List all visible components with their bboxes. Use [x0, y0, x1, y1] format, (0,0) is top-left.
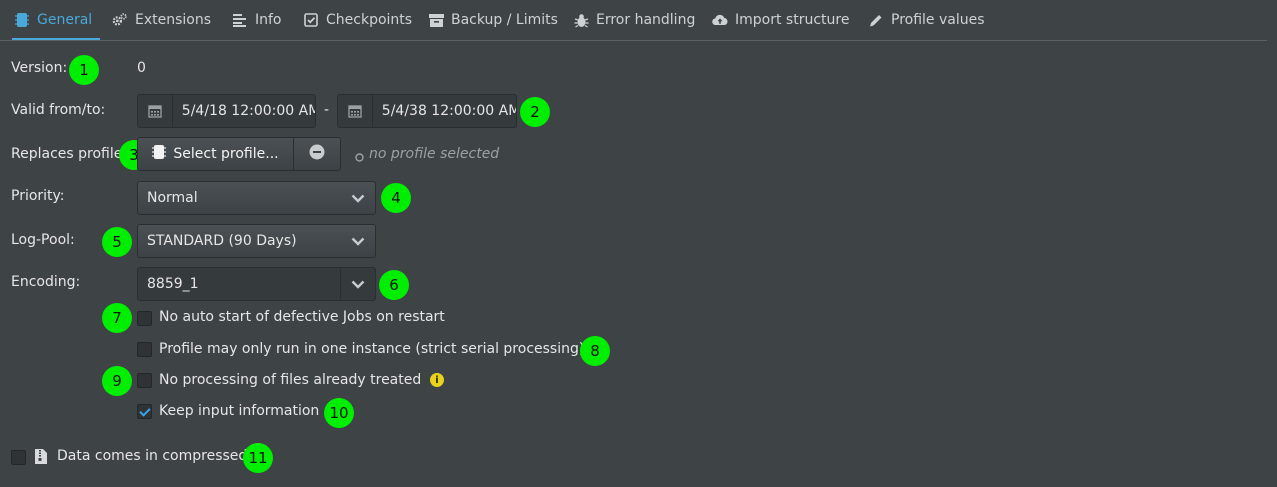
log-pool-value: STANDARD (90 Days) — [147, 233, 297, 249]
chevron-down-icon[interactable] — [351, 277, 365, 291]
valid-separator: - — [324, 102, 330, 118]
clear-profile-button[interactable] — [293, 137, 341, 171]
valid-from-to-label: Valid from/to: — [11, 102, 106, 118]
tab-label: Profile values — [891, 12, 985, 28]
bug-icon — [573, 12, 589, 28]
tab-label: Import structure — [735, 12, 850, 28]
archive-icon — [428, 12, 444, 28]
compressed-label[interactable]: Data comes in compressed — [57, 448, 247, 464]
no-profile-text: no profile selected — [369, 146, 500, 162]
tab-label: Checkpoints — [326, 12, 413, 28]
no-reprocessing-checkbox[interactable] — [137, 373, 152, 388]
annotation-badge: 8 — [580, 336, 610, 366]
no-auto-start-label[interactable]: No auto start of defective Jobs on resta… — [159, 309, 445, 325]
priority-select[interactable]: Normal — [137, 181, 376, 215]
cloud-upload-icon — [712, 12, 728, 28]
keep-input-label[interactable]: Keep input information — [159, 403, 319, 419]
encoding-label: Encoding: — [11, 274, 81, 290]
chip-icon — [152, 144, 167, 164]
select-profile-label: Select profile... — [173, 146, 279, 162]
single-instance-label[interactable]: Profile may only run in one instance (st… — [159, 341, 584, 357]
circle-outline-icon — [355, 150, 364, 166]
tab-label: Extensions — [135, 12, 212, 28]
annotation-badge: 11 — [243, 443, 273, 473]
calendar-icon[interactable] — [138, 95, 173, 127]
tab-label: General — [37, 12, 93, 28]
encoding-combobox[interactable]: 8859_1 — [137, 267, 376, 301]
compressed-checkbox[interactable] — [11, 450, 26, 465]
tab-extensions[interactable]: Extensions — [112, 10, 211, 30]
tab-error-handling[interactable]: Error handling — [573, 10, 695, 30]
annotation-badge: 7 — [102, 303, 132, 333]
pencil-icon — [868, 12, 884, 28]
chip-icon — [14, 12, 30, 28]
tab-info[interactable]: Info — [232, 10, 282, 30]
log-pool-select[interactable]: STANDARD (90 Days) — [137, 224, 376, 258]
no-auto-start-checkbox[interactable] — [137, 311, 152, 326]
valid-from-input[interactable]: 5/4/18 12:00:00 AM — [173, 103, 315, 119]
annotation-badge: 4 — [381, 183, 411, 213]
valid-from-field[interactable]: 5/4/18 12:00:00 AM — [137, 94, 316, 128]
annotation-badge: 6 — [379, 270, 409, 300]
gears-icon — [112, 12, 128, 28]
chevron-down-icon — [351, 191, 365, 205]
tab-label: Info — [255, 12, 282, 28]
priority-value: Normal — [147, 190, 198, 206]
version-value: 0 — [137, 60, 146, 76]
encoding-value[interactable]: 8859_1 — [147, 276, 199, 292]
tab-label: Backup / Limits — [451, 12, 558, 28]
tab-general[interactable]: General — [11, 10, 101, 40]
valid-to-input[interactable]: 5/4/38 12:00:00 AM — [373, 103, 516, 119]
select-profile-button[interactable]: Select profile... — [137, 137, 294, 171]
replaces-profile-label: Replaces profile: — [11, 146, 128, 162]
info-icon[interactable]: i — [430, 373, 444, 387]
keep-input-checkbox[interactable] — [137, 404, 152, 419]
tab-checkpoints[interactable]: Checkpoints — [303, 10, 412, 30]
annotation-badge: 2 — [520, 97, 550, 127]
annotation-badge: 10 — [324, 398, 354, 428]
zip-file-icon — [35, 449, 47, 468]
tab-profile-values[interactable]: Profile values — [868, 10, 985, 30]
annotation-badge: 5 — [102, 227, 132, 257]
minus-circle-icon — [309, 144, 325, 164]
check-square-icon — [303, 12, 319, 28]
annotation-badge: 1 — [69, 55, 99, 85]
single-instance-checkbox[interactable] — [137, 342, 152, 357]
log-pool-label: Log-Pool: — [11, 232, 75, 248]
version-label: Version: — [11, 60, 68, 76]
tab-bar: General Extensions Info Checkpoints Back… — [0, 0, 1267, 41]
priority-label: Priority: — [11, 188, 65, 204]
valid-to-field[interactable]: 5/4/38 12:00:00 AM — [337, 94, 517, 128]
tab-backup-limits[interactable]: Backup / Limits — [428, 10, 558, 30]
tab-label: Error handling — [596, 12, 696, 28]
no-reprocessing-label[interactable]: No processing of files already treated — [159, 372, 421, 388]
chevron-down-icon — [351, 234, 365, 248]
align-left-icon — [232, 12, 248, 28]
annotation-badge: 9 — [102, 366, 132, 396]
calendar-icon[interactable] — [338, 95, 373, 127]
tab-import-structure[interactable]: Import structure — [712, 10, 849, 30]
